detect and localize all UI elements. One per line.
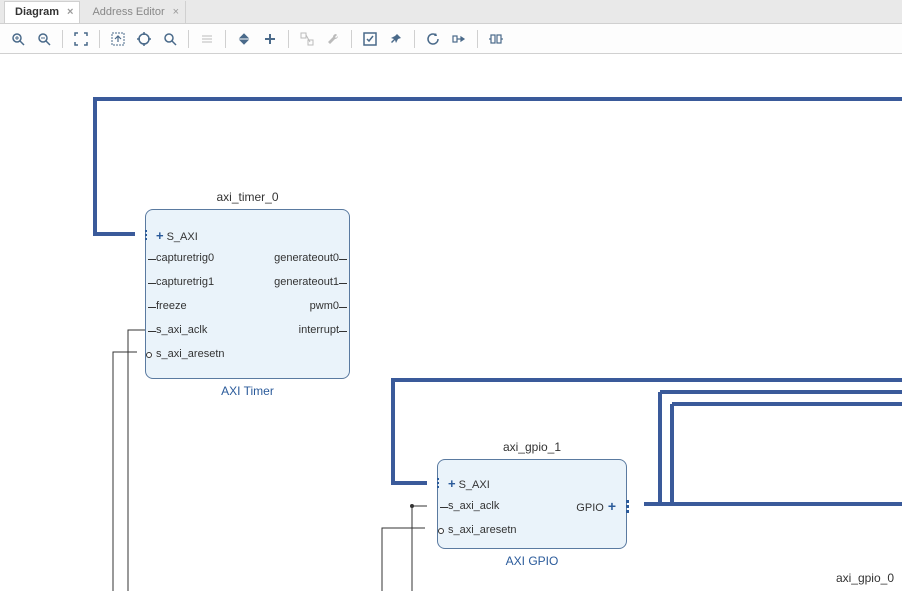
close-icon[interactable]: × <box>173 6 179 18</box>
tab-diagram[interactable]: Diagram × <box>4 1 80 23</box>
refresh-icon[interactable] <box>421 27 445 51</box>
pin-icon[interactable] <box>384 27 408 51</box>
port-s-axi-aclk[interactable]: s_axi_aclk <box>156 324 207 336</box>
port-gpio[interactable]: GPIO+ <box>576 498 616 514</box>
block-instance-name: axi_gpio_1 <box>438 440 626 454</box>
separator <box>188 30 189 48</box>
search-icon[interactable] <box>158 27 182 51</box>
tab-bar: Diagram × Address Editor × <box>0 0 902 24</box>
toolbar <box>0 24 902 54</box>
add-icon[interactable] <box>258 27 282 51</box>
port-s-axi-aclk[interactable]: s_axi_aclk <box>448 500 499 512</box>
separator <box>414 30 415 48</box>
zoom-out-icon[interactable] <box>32 27 56 51</box>
port-pwm0[interactable]: pwm0 <box>310 300 339 312</box>
block-type-label: AXI Timer <box>146 384 349 398</box>
port-freeze[interactable]: freeze <box>156 300 187 312</box>
zoom-fit-icon[interactable] <box>69 27 93 51</box>
wrench-icon[interactable] <box>321 27 345 51</box>
collapse-icon[interactable] <box>195 27 219 51</box>
port-generateout1[interactable]: generateout1 <box>274 276 339 288</box>
block-axi-timer-0[interactable]: axi_timer_0 AXI Timer +S_AXI capturetrig… <box>145 209 350 379</box>
separator <box>62 30 63 48</box>
tab-address-editor[interactable]: Address Editor × <box>82 1 186 23</box>
connect-icon[interactable] <box>295 27 319 51</box>
block-type-label: AXI GPIO <box>438 554 626 568</box>
plus-icon: + <box>608 498 616 514</box>
separator <box>351 30 352 48</box>
separator <box>288 30 289 48</box>
port-interrupt[interactable]: interrupt <box>299 324 339 336</box>
zoom-in-icon[interactable] <box>6 27 30 51</box>
plus-icon: + <box>156 228 164 243</box>
tab-label: Diagram <box>15 6 59 18</box>
tab-label: Address Editor <box>92 6 164 18</box>
label-axi-gpio-0: axi_gpio_0 <box>836 571 894 585</box>
block-axi-gpio-1[interactable]: axi_gpio_1 AXI GPIO +S_AXI s_axi_aclk s_… <box>437 459 627 549</box>
separator <box>225 30 226 48</box>
dataflow-icon[interactable] <box>447 27 471 51</box>
center-icon[interactable] <box>132 27 156 51</box>
block-design-canvas[interactable]: axi_timer_0 AXI Timer +S_AXI capturetrig… <box>0 54 902 591</box>
expand-icon[interactable] <box>232 27 256 51</box>
close-icon[interactable]: × <box>67 6 73 18</box>
port-capturetrig1[interactable]: capturetrig1 <box>156 276 214 288</box>
port-s-axi[interactable]: +S_AXI <box>448 476 490 491</box>
port-capturetrig0[interactable]: capturetrig0 <box>156 252 214 264</box>
validate-icon[interactable] <box>358 27 382 51</box>
zoom-area-icon[interactable] <box>106 27 130 51</box>
port-s-axi-aresetn[interactable]: s_axi_aresetn <box>156 348 225 360</box>
port-generateout0[interactable]: generateout0 <box>274 252 339 264</box>
port-s-axi[interactable]: +S_AXI <box>156 228 198 243</box>
group-icon[interactable] <box>484 27 508 51</box>
plus-icon: + <box>448 476 456 491</box>
block-instance-name: axi_timer_0 <box>146 190 349 204</box>
port-s-axi-aresetn[interactable]: s_axi_aresetn <box>448 524 517 536</box>
separator <box>99 30 100 48</box>
separator <box>477 30 478 48</box>
